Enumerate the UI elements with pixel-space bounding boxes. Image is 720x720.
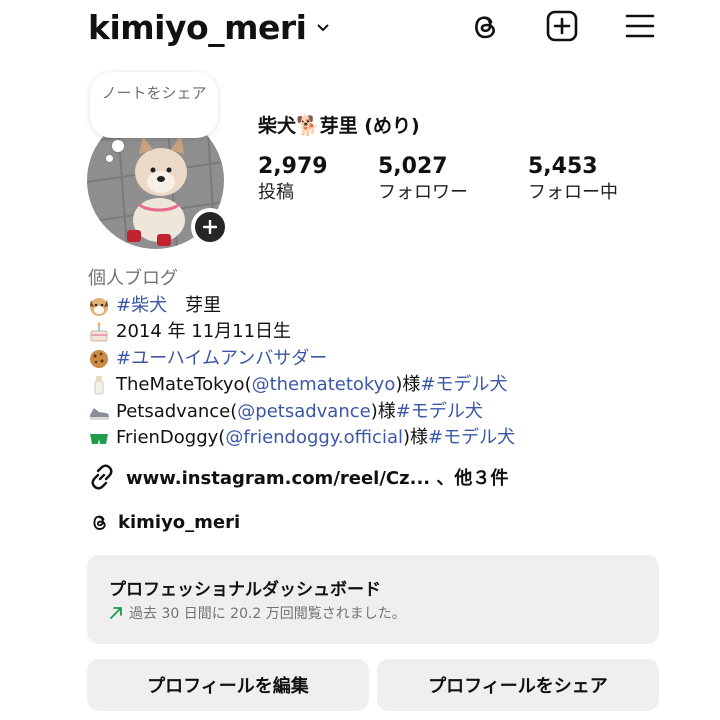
hashtag-juchheim[interactable]: #ユーハイムアンバサダー	[116, 346, 327, 373]
bio-category: 個人ブログ	[88, 268, 178, 289]
account-switcher[interactable]: kimiyo_meri	[88, 8, 331, 47]
bio-sama-1: )様	[395, 374, 421, 395]
bio-brand-1: TheMateTokyo(	[116, 374, 252, 395]
cookie-icon	[88, 348, 110, 370]
bio-line-2: 2014 年 11月11日生	[88, 319, 515, 346]
milk-bottle-icon	[88, 374, 110, 396]
professional-dashboard[interactable]: プロフェッショナルダッシュボード 過去 30 日間に 20.2 万回閲覧されまし…	[87, 555, 659, 644]
stat-following-label: フォロー中	[528, 182, 618, 203]
external-link[interactable]: www.instagram.com/reel/Cz... 、他３件	[88, 463, 508, 491]
bio-line-5: Petsadvance( @petsadvance )様 #モデル犬	[88, 399, 515, 426]
bio-sama-3: )様	[403, 427, 429, 448]
stat-posts[interactable]: 2,979 投稿	[258, 153, 328, 205]
display-name: 柴犬🐕芽里 (めり)	[258, 115, 420, 137]
bio-dog-name: 芽里	[167, 294, 222, 316]
bio-brand-2: Petsadvance(	[116, 400, 238, 422]
bio-birthday: 2014 年 11月11日生	[116, 321, 292, 342]
threads-profile-link[interactable]: kimiyo_meri	[88, 511, 240, 533]
hashtag-model-dog-3[interactable]: #モデル犬	[428, 425, 515, 452]
hashtag-model-dog-2[interactable]: #モデル犬	[396, 399, 483, 426]
hashtag-shiba[interactable]: #柴犬	[116, 293, 167, 320]
bio-line-3: #ユーハイムアンバサダー	[88, 346, 515, 373]
link-icon	[91, 464, 113, 490]
top-bar: kimiyo_meri	[88, 6, 668, 50]
hamburger-menu-icon[interactable]	[622, 8, 658, 44]
sneaker-icon	[88, 401, 110, 423]
external-link-text[interactable]: www.instagram.com/reel/Cz... 、他３件	[126, 464, 508, 490]
bio-line-4: TheMateTokyo( @thematetokyo )様 #モデル犬	[88, 372, 515, 399]
green-shorts-icon	[88, 427, 110, 449]
stat-following[interactable]: 5,453 フォロー中	[528, 153, 618, 205]
bio-brand-3: FrienDoggy(	[116, 427, 226, 448]
username[interactable]: kimiyo_meri	[88, 8, 307, 47]
chevron-down-icon[interactable]	[315, 20, 331, 36]
note-bubble[interactable]: ノートをシェア	[90, 72, 218, 138]
bio: 個人ブログ #柴犬 芽里 2014 年 11月11日生 #ユーハイムアンバサダー…	[88, 266, 515, 452]
note-text: ノートをシェア	[101, 84, 207, 102]
threads-badge-icon	[93, 515, 106, 530]
plus-icon	[203, 220, 217, 234]
mention-thematetokyo[interactable]: @thematetokyo	[252, 372, 396, 399]
edit-profile-button[interactable]: プロフィールを編集	[87, 659, 369, 711]
stat-posts-label: 投稿	[258, 182, 294, 203]
threads-username[interactable]: kimiyo_meri	[118, 512, 240, 533]
bio-line-1: #柴犬 芽里	[88, 293, 515, 320]
threads-icon[interactable]	[466, 8, 502, 44]
dashboard-views-text: 過去 30 日間に 20.2 万回閲覧されました。	[129, 606, 406, 622]
bio-line-6: FrienDoggy( @friendoggy.official )様 #モデル…	[88, 425, 515, 452]
add-story-button[interactable]	[191, 208, 229, 246]
stat-followers-label: フォロワー	[378, 182, 468, 203]
note-bubble-tail	[112, 140, 124, 152]
stat-following-value: 5,453	[528, 154, 598, 179]
dashboard-title: プロフェッショナルダッシュボード	[109, 580, 381, 600]
plus-square-icon[interactable]	[544, 8, 580, 44]
dog-face-icon	[88, 295, 110, 317]
dashboard-subtitle: 過去 30 日間に 20.2 万回閲覧されました。	[109, 603, 637, 623]
hashtag-model-dog-1[interactable]: #モデル犬	[420, 372, 507, 399]
trending-up-arrow-icon	[110, 607, 122, 619]
mention-friendoggy[interactable]: @friendoggy.official	[225, 425, 403, 452]
stat-followers[interactable]: 5,027 フォロワー	[378, 153, 468, 205]
note-bubble-tail-small	[106, 155, 113, 162]
bio-sama-2: )様	[370, 400, 396, 422]
mention-petsadvance[interactable]: @petsadvance	[237, 399, 370, 426]
stat-followers-value: 5,027	[378, 154, 448, 179]
birthday-cake-icon	[88, 321, 110, 343]
stat-posts-value: 2,979	[258, 154, 328, 179]
share-profile-button[interactable]: プロフィールをシェア	[377, 659, 659, 711]
